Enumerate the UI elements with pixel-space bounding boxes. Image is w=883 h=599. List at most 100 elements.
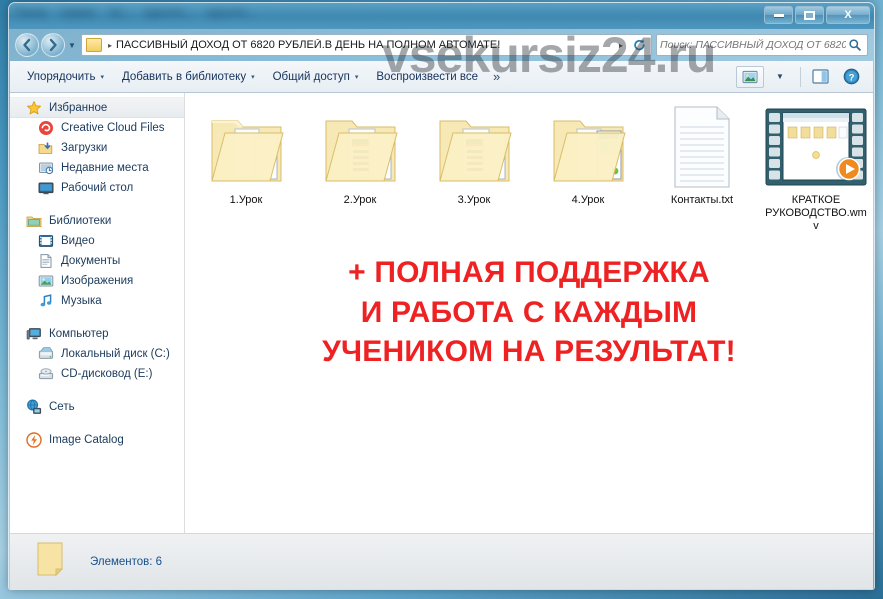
svg-text:?: ? [848, 72, 854, 83]
sidebar-group-favorites[interactable]: Избранное [10, 97, 184, 118]
sidebar-item-creative-cloud-files[interactable]: Creative Cloud Files [10, 118, 184, 138]
title-fragment: Папка [15, 6, 47, 19]
folder-icon [86, 38, 102, 52]
toolbar-overflow-button[interactable]: » [487, 69, 506, 84]
file-name: 4.Урок [571, 194, 605, 206]
help-button[interactable]: ? [837, 66, 865, 88]
sidebar-item-music[interactable]: Музыка [10, 291, 184, 311]
sidebar-item-video[interactable]: Видео [10, 231, 184, 251]
text-document-icon [667, 103, 737, 189]
organize-button[interactable]: Упорядочить ▾ [18, 67, 113, 87]
file-item[interactable]: КРАТКОЕ РУКОВОДСТВО.wmv [759, 99, 873, 233]
libraries-icon [26, 216, 42, 227]
forward-button[interactable] [41, 33, 65, 57]
file-name: 1.Урок [229, 194, 263, 206]
promo-overlay-text: + ПОЛНАЯ ПОДДЕРЖКА И РАБОТА С КАЖДЫМ УЧЕ… [185, 253, 873, 372]
file-item[interactable]: Контакты.txt [645, 99, 759, 233]
play-all-button[interactable]: Воспроизвести все [367, 67, 487, 87]
sidebar-item-label: Изображения [61, 275, 134, 287]
address-bar[interactable]: ▸ ПАССИВНЫЙ ДОХОД ОТ 6820 РУБЛЕЙ.В ДЕНЬ … [81, 34, 652, 56]
folder-icon [32, 537, 78, 586]
file-item[interactable]: 1.Урок [189, 99, 303, 233]
close-button[interactable]: X [826, 6, 870, 24]
window-controls: X [764, 6, 870, 24]
maximize-restore-button[interactable] [795, 6, 824, 24]
sidebar-group-label: Image Catalog [49, 433, 124, 446]
chevron-down-icon: ▾ [354, 73, 359, 81]
folder-icon [205, 103, 287, 189]
documents-icon [40, 254, 52, 268]
file-item[interactable]: 2.Урок [303, 99, 417, 233]
close-icon: X [844, 9, 852, 21]
sidebar-item-pictures[interactable]: Изображения [10, 271, 184, 291]
file-name: 2.Урок [343, 194, 377, 206]
sidebar-item-label: Рабочий стол [61, 182, 134, 194]
sidebar-group-computer[interactable]: Компьютер [10, 323, 184, 344]
sidebar-group-label: Библиотеки [49, 214, 112, 227]
sidebar-item-documents[interactable]: Документы [10, 251, 184, 271]
title-fragment: курсите... [206, 6, 256, 19]
status-bar: Элементов: 6 [10, 533, 873, 589]
help-icon: ? [843, 68, 859, 85]
computer-icon [26, 327, 41, 339]
preview-pane-button[interactable] [807, 66, 835, 88]
file-name: КРАТКОЕ РУКОВОДСТВО.wmv [765, 194, 867, 232]
view-dropdown-button[interactable]: ▼ [766, 66, 794, 88]
recent-pages-dropdown[interactable]: ▼ [65, 41, 79, 50]
star-icon [27, 100, 41, 114]
recent-places-icon [39, 162, 54, 175]
title-fragment: сервис [60, 6, 96, 19]
file-item[interactable]: 4.Урок [531, 99, 645, 233]
music-icon [40, 294, 52, 307]
promo-line-1: + ПОЛНАЯ ПОДДЕРЖКА [348, 256, 710, 289]
share-button[interactable]: Общий доступ ▾ [264, 67, 368, 87]
video-filmstrip-icon [762, 103, 870, 189]
preview-pane-icon [812, 69, 829, 84]
sidebar-item-label: Музыка [61, 295, 102, 307]
refresh-button[interactable] [629, 35, 649, 55]
promo-line-3: УЧЕНИКОМ НА РЕЗУЛЬТАТ! [322, 335, 736, 369]
file-list-pane[interactable]: 1.Урок 2.Урок 3.Урок 4.Урок Контакты.txt… [185, 93, 873, 533]
image-catalog-icon [26, 431, 42, 448]
search-input[interactable] [660, 39, 846, 51]
sidebar-group-libraries[interactable]: Библиотеки [10, 210, 184, 231]
title-fragment: курсите... [144, 6, 193, 19]
sidebar-item-cd-drive-e[interactable]: CD-дисковод (E:) [10, 364, 184, 384]
refresh-icon [633, 39, 645, 50]
organize-label: Упорядочить [27, 70, 96, 83]
chevron-down-icon: ▾ [251, 73, 255, 81]
add-to-library-button[interactable]: Добавить в библиотеку ▾ [113, 67, 264, 87]
play-all-label: Воспроизвести все [376, 70, 479, 83]
title-bar: Папка сервис по... курсите... курсите...… [9, 3, 874, 29]
breadcrumb-path[interactable]: ПАССИВНЫЙ ДОХОД ОТ 6820 РУБЛЕЙ.В ДЕНЬ НА… [116, 39, 615, 51]
sidebar-group-network[interactable]: Сеть [10, 396, 184, 417]
sidebar-item-downloads[interactable]: Загрузки [10, 138, 184, 158]
breadcrumb-separator-end[interactable]: ▸ [615, 41, 627, 50]
sidebar-item-desktop[interactable]: Рабочий стол [10, 178, 184, 198]
minimize-button[interactable] [764, 6, 793, 24]
search-box[interactable] [656, 34, 868, 56]
item-count-label: Элементов: 6 [90, 555, 163, 568]
maximize-icon [804, 10, 815, 20]
sidebar-item-recent-places[interactable]: Недавние места [10, 158, 184, 178]
file-item[interactable]: 3.Урок [417, 99, 531, 233]
folder-icon [319, 103, 401, 189]
cd-drive-icon [38, 368, 54, 380]
sidebar-item-local-disk-c[interactable]: Локальный диск (C:) [10, 344, 184, 364]
sidebar-item-label: Загрузки [61, 142, 108, 154]
folder-icon [433, 103, 515, 189]
change-view-button[interactable] [736, 65, 764, 88]
window-title-blurred: Папка сервис по... курсите... курсите... [15, 5, 435, 20]
sidebar-group-image-catalog[interactable]: Image Catalog [10, 429, 184, 450]
video-icon [38, 235, 54, 247]
back-button[interactable] [15, 33, 39, 57]
search-icon[interactable] [846, 38, 864, 52]
view-icon [742, 70, 757, 83]
window-body: Избранное Creative Cloud Files Загрузки [10, 93, 873, 533]
sidebar-item-label: CD-дисковод (E:) [61, 368, 153, 380]
sidebar-group-label: Сеть [49, 400, 75, 413]
forward-arrow-icon [49, 38, 57, 52]
